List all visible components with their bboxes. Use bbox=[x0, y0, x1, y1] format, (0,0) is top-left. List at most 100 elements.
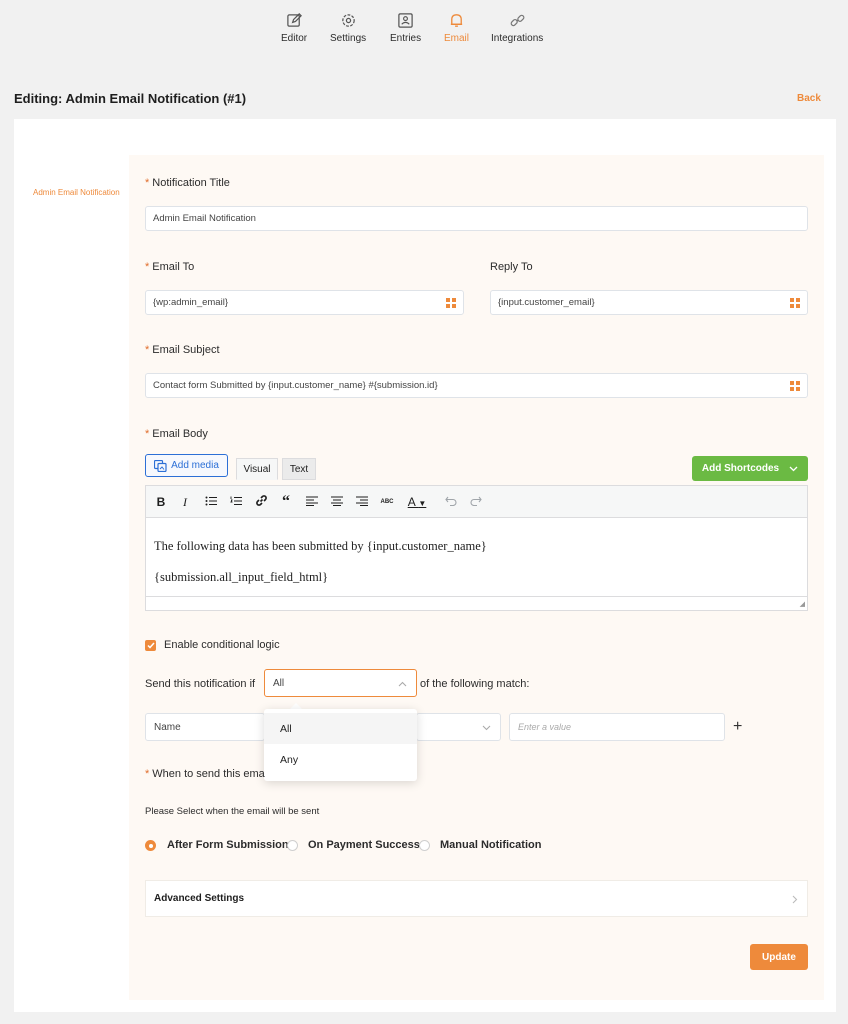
bullet-list-icon[interactable] bbox=[203, 494, 219, 510]
match-suffix-label: of the following match: bbox=[420, 678, 530, 690]
nav-editor-label: Editor bbox=[281, 33, 308, 44]
email-body-label-text: Email Body bbox=[152, 428, 208, 440]
nav-entries-label: Entries bbox=[390, 33, 422, 44]
bold-icon[interactable]: B bbox=[153, 494, 169, 510]
reply-to-value: {input.customer_email} bbox=[498, 297, 595, 308]
checkmark-icon bbox=[146, 642, 155, 649]
radio-manual-notification[interactable] bbox=[419, 840, 430, 851]
add-media-button[interactable]: Add media bbox=[145, 454, 228, 477]
reply-to-label: Reply To bbox=[490, 261, 533, 273]
required-mark: * bbox=[145, 344, 150, 356]
condition-value-input[interactable]: Enter a value bbox=[509, 713, 725, 741]
match-type-select[interactable]: All bbox=[264, 669, 417, 697]
required-mark: * bbox=[145, 428, 150, 440]
email-subject-label-text: Email Subject bbox=[152, 344, 220, 356]
undo-icon[interactable] bbox=[443, 494, 459, 510]
required-mark: * bbox=[145, 768, 150, 780]
align-center-icon[interactable] bbox=[329, 494, 345, 510]
notification-title-input[interactable]: Admin Email Notification bbox=[145, 206, 808, 231]
radio-on-payment-success[interactable] bbox=[287, 840, 298, 851]
chevron-up-icon bbox=[398, 681, 407, 687]
nav-settings-label: Settings bbox=[330, 33, 367, 44]
notification-title-label-text: Notification Title bbox=[152, 177, 230, 189]
shortcode-grid-icon[interactable] bbox=[446, 298, 456, 308]
nav-settings[interactable]: Settings bbox=[330, 12, 366, 44]
back-link[interactable]: Back bbox=[797, 93, 821, 104]
email-to-value: {wp:admin_email} bbox=[153, 297, 228, 308]
chevron-right-icon bbox=[792, 895, 798, 904]
bell-icon bbox=[450, 14, 463, 27]
email-body-editor[interactable]: B I “ ABC A ▼ The following data has bee… bbox=[145, 485, 808, 611]
match-type-dropdown: All Any bbox=[264, 709, 417, 781]
resize-handle-icon[interactable]: ◢ bbox=[800, 600, 805, 608]
body-line-1: The following data has been submitted by… bbox=[154, 539, 487, 553]
radio-after-form-submission[interactable] bbox=[145, 840, 156, 851]
notification-title-value: Admin Email Notification bbox=[153, 213, 256, 224]
shortcode-grid-icon[interactable] bbox=[790, 298, 800, 308]
spellcheck-icon[interactable]: ABC bbox=[378, 494, 396, 510]
align-left-icon[interactable] bbox=[304, 494, 320, 510]
numbered-list-icon[interactable] bbox=[228, 494, 244, 510]
email-to-label-text: Email To bbox=[152, 261, 195, 273]
required-mark: * bbox=[145, 177, 150, 189]
when-to-send-label-text: When to send this ema bbox=[152, 768, 265, 780]
add-media-label: Add media bbox=[171, 460, 219, 471]
email-subject-value: Contact form Submitted by {input.custome… bbox=[153, 380, 438, 391]
blockquote-icon[interactable]: “ bbox=[278, 494, 294, 510]
media-icon bbox=[154, 459, 167, 472]
dropdown-option-any[interactable]: Any bbox=[264, 744, 417, 775]
email-to-label: * Email To bbox=[145, 261, 194, 273]
nav-email[interactable]: Email bbox=[444, 12, 469, 44]
email-body-label: * Email Body bbox=[145, 428, 208, 440]
dropdown-option-all[interactable]: All bbox=[264, 713, 417, 744]
add-condition-plus-icon[interactable]: + bbox=[733, 718, 742, 736]
send-if-label: Send this notification if bbox=[145, 678, 256, 690]
text-color-icon[interactable]: A ▼ bbox=[404, 494, 430, 512]
link-icon[interactable] bbox=[253, 494, 269, 511]
radio-on-payment-success-label[interactable]: On Payment Success bbox=[308, 839, 420, 851]
update-button[interactable]: Update bbox=[750, 944, 808, 970]
when-to-send-label: * When to send this ema bbox=[145, 768, 265, 780]
radio-after-form-submission-label[interactable]: After Form Submission bbox=[167, 839, 289, 851]
nav-editor[interactable]: Editor bbox=[281, 12, 307, 44]
editor-toolbar: B I “ ABC A ▼ bbox=[146, 486, 807, 518]
enable-conditional-label: Enable conditional logic bbox=[164, 639, 280, 651]
add-shortcodes-button[interactable]: Add Shortcodes bbox=[692, 456, 808, 481]
link-icon bbox=[510, 14, 525, 27]
enable-conditional-checkbox[interactable] bbox=[145, 640, 156, 651]
align-right-icon[interactable] bbox=[354, 494, 370, 510]
shortcode-grid-icon[interactable] bbox=[790, 381, 800, 391]
condition-value-placeholder: Enter a value bbox=[518, 722, 572, 732]
email-subject-label: * Email Subject bbox=[145, 344, 220, 356]
match-type-value: All bbox=[273, 677, 285, 689]
reply-to-input[interactable]: {input.customer_email} bbox=[490, 290, 808, 315]
editor-content[interactable]: The following data has been submitted by… bbox=[146, 518, 807, 606]
page-title: Editing: Admin Email Notification (#1) bbox=[14, 91, 247, 106]
body-line-2: {submission.all_input_field_html} bbox=[154, 570, 329, 584]
required-mark: * bbox=[145, 261, 150, 273]
italic-icon[interactable]: I bbox=[177, 494, 193, 510]
radio-manual-notification-label[interactable]: Manual Notification bbox=[440, 839, 541, 851]
add-shortcodes-label: Add Shortcodes bbox=[701, 463, 780, 474]
condition-field-select[interactable]: Name bbox=[145, 713, 265, 741]
gear-icon bbox=[341, 14, 355, 27]
sidebar-item-admin-email-notification[interactable]: Admin Email Notification bbox=[33, 188, 120, 197]
when-to-send-hint: Please Select when the email will be sen… bbox=[145, 806, 320, 817]
tab-visual[interactable]: Visual bbox=[236, 458, 278, 480]
redo-icon[interactable] bbox=[468, 494, 484, 510]
nav-entries[interactable]: Entries bbox=[390, 12, 421, 44]
tab-text[interactable]: Text bbox=[282, 458, 316, 480]
notification-title-label: * Notification Title bbox=[145, 177, 230, 189]
condition-operator-select[interactable] bbox=[416, 713, 501, 741]
email-subject-input[interactable]: Contact form Submitted by {input.custome… bbox=[145, 373, 808, 398]
edit-icon bbox=[286, 13, 302, 27]
entries-icon bbox=[398, 13, 413, 28]
nav-integrations[interactable]: Integrations bbox=[491, 12, 543, 44]
advanced-settings-label: Advanced Settings bbox=[154, 893, 245, 904]
email-to-input[interactable]: {wp:admin_email} bbox=[145, 290, 464, 315]
nav-integrations-label: Integrations bbox=[491, 33, 544, 44]
nav-email-label: Email bbox=[444, 33, 470, 44]
advanced-settings-toggle[interactable]: Advanced Settings bbox=[145, 880, 808, 917]
top-navigation: Editor Settings Entries Email Integratio… bbox=[0, 0, 848, 60]
chevron-down-icon bbox=[482, 725, 491, 731]
